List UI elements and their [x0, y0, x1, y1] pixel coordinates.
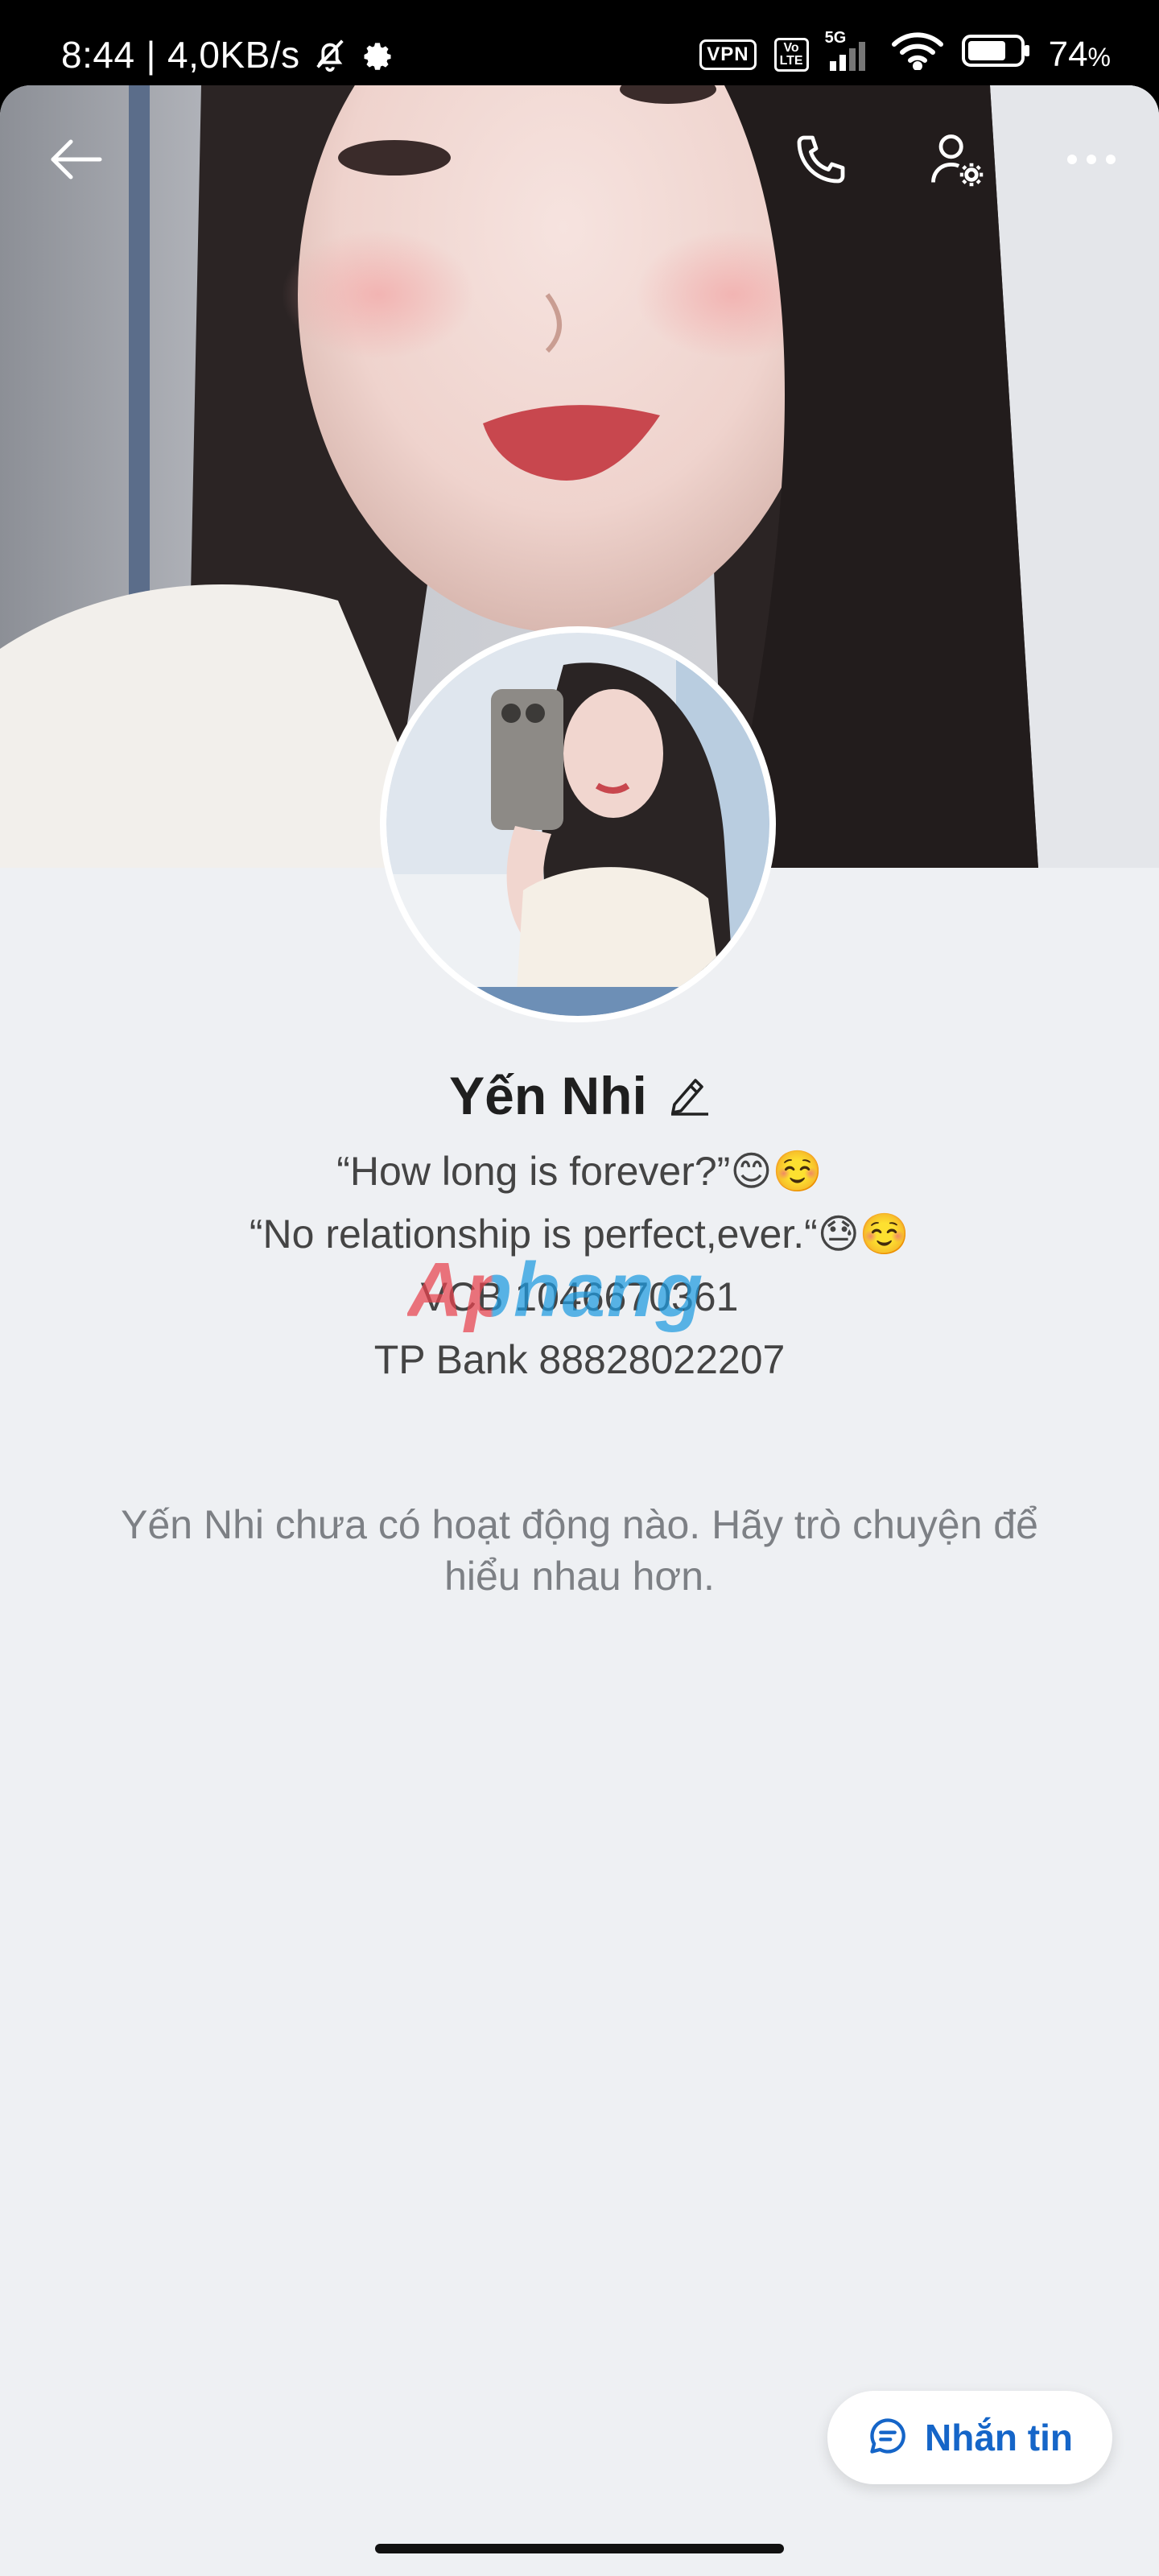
status-time: 8:44 [61, 34, 135, 76]
user-settings-icon [926, 129, 987, 194]
phone-icon [792, 130, 850, 192]
network-speed: 4,0KB/s [167, 34, 300, 76]
battery-icon [961, 33, 1031, 77]
gear-icon [360, 37, 395, 72]
bell-off-icon [311, 36, 349, 73]
battery-unit: % [1087, 43, 1111, 72]
profile-name: Yến Nhi [449, 1066, 647, 1125]
signal-icon: 5G [825, 29, 873, 72]
vpn-badge: VPN [699, 39, 757, 70]
network-type: 5G [824, 29, 847, 47]
profile-settings-button[interactable] [905, 109, 1008, 213]
chat-bubble-icon [867, 2415, 909, 2461]
bio-line: “How long is forever?”😊☺️ [336, 1149, 823, 1194]
status-left: 8:44 | 4,0KB/s [61, 29, 395, 80]
top-action-bar [0, 109, 1159, 213]
bio-line: “No relationship is perfect,ever.“😓☺️ [249, 1212, 910, 1257]
empty-activity-message: Yến Nhi chưa có hoạt động nào. Hãy trò c… [121, 1502, 1038, 1599]
more-icon [1066, 153, 1117, 170]
status-bar: 8:44 | 4,0KB/s VPN Vo LTE 5G 74% [0, 0, 1159, 85]
message-button-label: Nhắn tin [925, 2417, 1073, 2458]
message-button[interactable]: Nhắn tin [827, 2391, 1112, 2484]
home-indicator[interactable] [375, 2544, 784, 2553]
bio-line: TP Bank 88828022207 [373, 1337, 786, 1382]
wifi-icon [891, 31, 944, 79]
profile-info: Yến Nhi “How long is forever?”😊☺️ “No re… [0, 1051, 1159, 1391]
back-button[interactable] [24, 109, 127, 213]
avatar[interactable] [386, 633, 769, 1016]
volte-badge: Vo LTE [773, 38, 809, 72]
more-options-button[interactable] [1040, 109, 1143, 213]
back-arrow-icon [48, 137, 103, 186]
bio-line: VCB 1046670361 [420, 1274, 739, 1319]
battery-value: 74 [1048, 35, 1088, 74]
name-row: Yến Nhi [0, 1051, 1159, 1140]
status-divider: | [146, 34, 156, 76]
battery-percent: 74% [1049, 35, 1111, 75]
profile-screen: Yến Nhi “How long is forever?”😊☺️ “No re… [0, 85, 1159, 2576]
pencil-icon [668, 1072, 710, 1120]
call-button[interactable] [769, 109, 872, 213]
status-right: VPN Vo LTE 5G 74% [699, 29, 1111, 80]
edit-name-button[interactable] [668, 1072, 710, 1120]
